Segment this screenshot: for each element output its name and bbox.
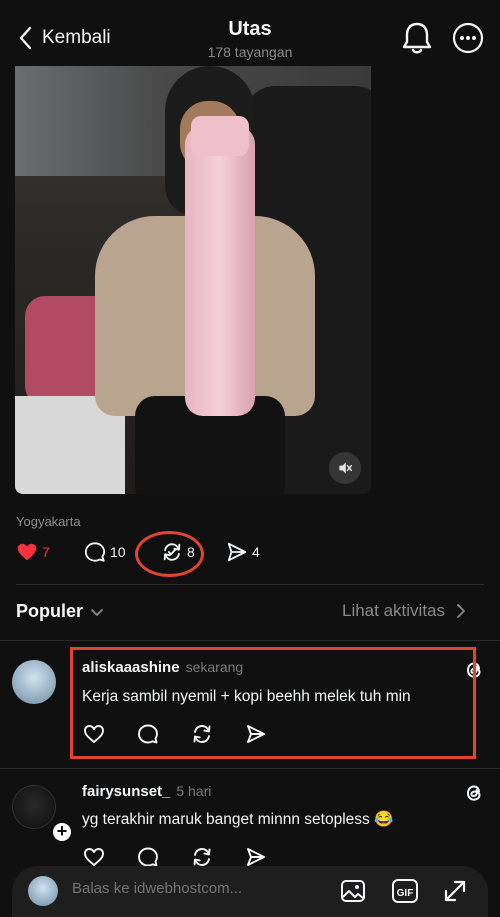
view-activity-label: Lihat aktivitas: [342, 601, 445, 620]
back-button[interactable]: Kembali: [16, 24, 111, 52]
expand-icon[interactable]: [440, 876, 470, 906]
divider: [0, 640, 500, 641]
sort-dropdown[interactable]: Populer: [16, 601, 105, 622]
share-count: 4: [252, 544, 260, 560]
chevron-left-icon: [19, 26, 32, 50]
post-location[interactable]: Yogyakarta: [16, 514, 81, 529]
annotation-box: [70, 647, 476, 759]
view-activity-link[interactable]: Lihat aktivitas: [342, 601, 467, 621]
reply-time: 5 hari: [176, 783, 212, 799]
page-title: Utas: [228, 18, 272, 40]
comment-count: 10: [110, 544, 126, 560]
more-options-button[interactable]: [452, 22, 484, 54]
threads-logo-icon[interactable]: [462, 781, 486, 805]
avatar: [28, 876, 58, 906]
gif-icon[interactable]: GIF: [390, 876, 420, 906]
svg-text:GIF: GIF: [397, 888, 414, 899]
reply-composer: GIF: [12, 866, 488, 917]
video-scene-bottle: [185, 126, 255, 416]
speaker-muted-icon: [339, 462, 353, 474]
annotation-circle: [135, 531, 204, 577]
like-button[interactable]: 7: [16, 541, 50, 563]
chevron-down-icon: [91, 608, 103, 616]
reply-username[interactable]: fairysunset_ 5 hari: [82, 783, 211, 800]
divider: [16, 584, 484, 585]
like-count: 7: [42, 544, 50, 560]
top-bar: Kembali Utas 178 tayangan: [0, 0, 500, 66]
reply-text: yg terakhir maruk banget minnn setopless…: [82, 811, 394, 828]
page-title-block: Utas 178 tayangan: [150, 18, 350, 60]
divider: [0, 768, 500, 769]
more-icon: [452, 22, 484, 54]
username-text: fairysunset_: [82, 783, 171, 800]
video-scene-bottle-cap: [191, 116, 249, 156]
reply-input[interactable]: [72, 880, 332, 897]
share-button[interactable]: 4: [226, 541, 260, 563]
send-icon: [227, 542, 247, 562]
heart-filled-icon: [17, 543, 37, 561]
mute-button[interactable]: [329, 452, 361, 484]
post-video[interactable]: [15, 66, 371, 494]
comment-button[interactable]: 10: [84, 541, 126, 563]
follow-add-button[interactable]: +: [50, 820, 74, 844]
back-label: Kembali: [42, 27, 111, 48]
comment-icon: [84, 542, 106, 562]
sort-label: Populer: [16, 601, 84, 621]
chevron-right-icon: [457, 604, 465, 618]
image-icon[interactable]: [338, 876, 368, 906]
view-count: 178 tayangan: [207, 44, 293, 60]
avatar[interactable]: [12, 660, 56, 704]
notification-bell-button[interactable]: [400, 20, 434, 56]
bell-icon: [402, 22, 432, 54]
avatar[interactable]: [12, 785, 56, 829]
